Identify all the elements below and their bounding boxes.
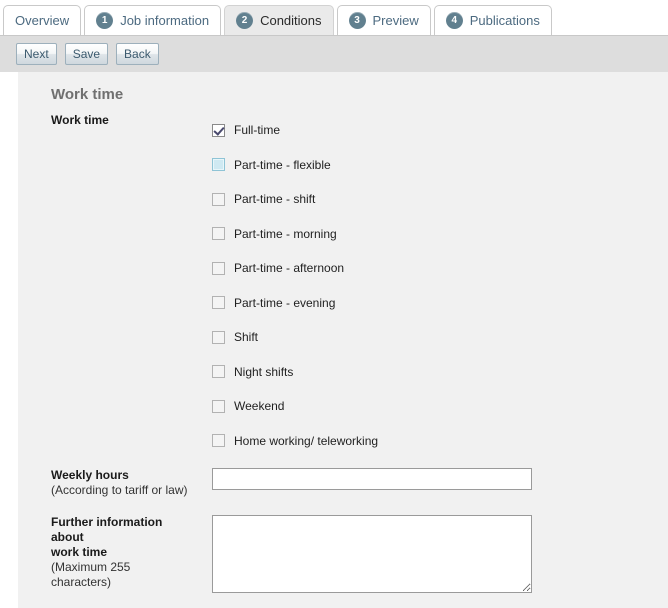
save-button[interactable]: Save — [64, 43, 109, 65]
weekly-hours-label-column: Weekly hours (According to tariff or law… — [18, 468, 193, 498]
checkbox-row-part-time-flexible[interactable]: Part-time - flexible — [212, 148, 668, 183]
checkbox-full-time[interactable] — [212, 123, 225, 137]
checkbox-row-part-time-morning[interactable]: Part-time - morning — [212, 217, 668, 252]
further-information-sublabel-line1: (Maximum 255 — [51, 560, 131, 574]
further-information-field-column — [193, 515, 668, 596]
tab-overview-label: Overview — [15, 13, 70, 28]
checkbox-label-part-time-afternoon: Part-time - afternoon — [234, 261, 345, 276]
page-body: Work time Work time Full-time Part-time … — [0, 72, 668, 608]
further-information-label-column: Further information about work time (Max… — [18, 515, 193, 590]
work-time-options: Full-time Part-time - flexible Part-time… — [193, 113, 668, 458]
checkbox-row-part-time-evening[interactable]: Part-time - evening — [212, 286, 668, 321]
work-time-label: Work time — [51, 113, 109, 127]
checkbox-row-home-working[interactable]: Home working/ teleworking — [212, 424, 668, 459]
further-information-textarea[interactable] — [212, 515, 532, 593]
tab-job-information-label: Job information — [120, 13, 210, 28]
checkbox-part-time-evening[interactable] — [212, 296, 225, 310]
checkbox-night-shifts[interactable] — [212, 365, 225, 379]
tab-publications-number: 4 — [445, 12, 463, 29]
checkbox-label-part-time-flexible: Part-time - flexible — [234, 157, 331, 172]
tab-overview[interactable]: Overview — [3, 5, 82, 35]
tab-preview[interactable]: 3 Preview — [336, 5, 431, 35]
tab-job-information[interactable]: 1 Job information — [84, 5, 222, 35]
work-time-label-column: Work time — [18, 113, 193, 128]
checkbox-shift[interactable] — [212, 330, 225, 344]
tab-publications[interactable]: 4 Publications — [433, 5, 552, 35]
checkbox-label-home-working: Home working/ teleworking — [234, 433, 379, 448]
weekly-hours-row: Weekly hours (According to tariff or law… — [18, 468, 668, 498]
checkbox-home-working[interactable] — [212, 434, 225, 448]
checkbox-label-shift: Shift — [234, 330, 259, 345]
checkbox-row-weekend[interactable]: Weekend — [212, 389, 668, 424]
checkbox-row-shift[interactable]: Shift — [212, 320, 668, 355]
checkbox-part-time-morning[interactable] — [212, 227, 225, 241]
weekly-hours-label: Weekly hours — [51, 468, 129, 482]
next-button[interactable]: Next — [16, 43, 57, 65]
checkbox-part-time-afternoon[interactable] — [212, 261, 225, 275]
wizard-tab-bar: Overview 1 Job information 2 Conditions … — [0, 0, 668, 36]
weekly-hours-field-column — [193, 468, 668, 490]
tab-conditions-number: 2 — [236, 12, 254, 29]
checkbox-label-night-shifts: Night shifts — [234, 364, 294, 379]
form-toolbar: Next Save Back — [0, 36, 668, 72]
checkbox-label-part-time-morning: Part-time - morning — [234, 226, 337, 241]
form-content: Work time Work time Full-time Part-time … — [18, 72, 668, 608]
tab-job-information-number: 1 — [96, 12, 114, 29]
checkbox-label-part-time-evening: Part-time - evening — [234, 295, 336, 310]
checkbox-row-full-time[interactable]: Full-time — [212, 113, 668, 148]
further-information-row: Further information about work time (Max… — [18, 515, 668, 596]
checkbox-label-part-time-shift: Part-time - shift — [234, 192, 316, 207]
tab-preview-label: Preview — [372, 13, 419, 28]
checkbox-part-time-flexible[interactable] — [212, 158, 225, 172]
tab-preview-number: 3 — [348, 12, 366, 29]
further-information-label-line2: work time — [51, 545, 108, 559]
tab-conditions[interactable]: 2 Conditions — [224, 5, 334, 35]
left-gutter — [0, 72, 18, 608]
weekly-hours-input[interactable] — [212, 468, 532, 490]
checkbox-row-part-time-shift[interactable]: Part-time - shift — [212, 182, 668, 217]
back-button[interactable]: Back — [116, 43, 159, 65]
page-title: Work time — [51, 86, 124, 103]
tab-publications-label: Publications — [469, 13, 540, 28]
checkbox-weekend[interactable] — [212, 399, 225, 413]
checkbox-label-weekend: Weekend — [234, 399, 285, 414]
checkbox-row-night-shifts[interactable]: Night shifts — [212, 355, 668, 390]
checkbox-row-part-time-afternoon[interactable]: Part-time - afternoon — [212, 251, 668, 286]
checkbox-label-full-time: Full-time — [234, 123, 281, 138]
weekly-hours-sublabel: (According to tariff or law) — [51, 483, 188, 497]
further-information-sublabel-line2: characters) — [51, 575, 112, 589]
further-information-label-line1: Further information about — [51, 515, 163, 544]
work-time-row: Work time Full-time Part-time - flexible… — [18, 113, 668, 458]
tab-conditions-label: Conditions — [260, 13, 322, 28]
checkbox-part-time-shift[interactable] — [212, 192, 225, 206]
